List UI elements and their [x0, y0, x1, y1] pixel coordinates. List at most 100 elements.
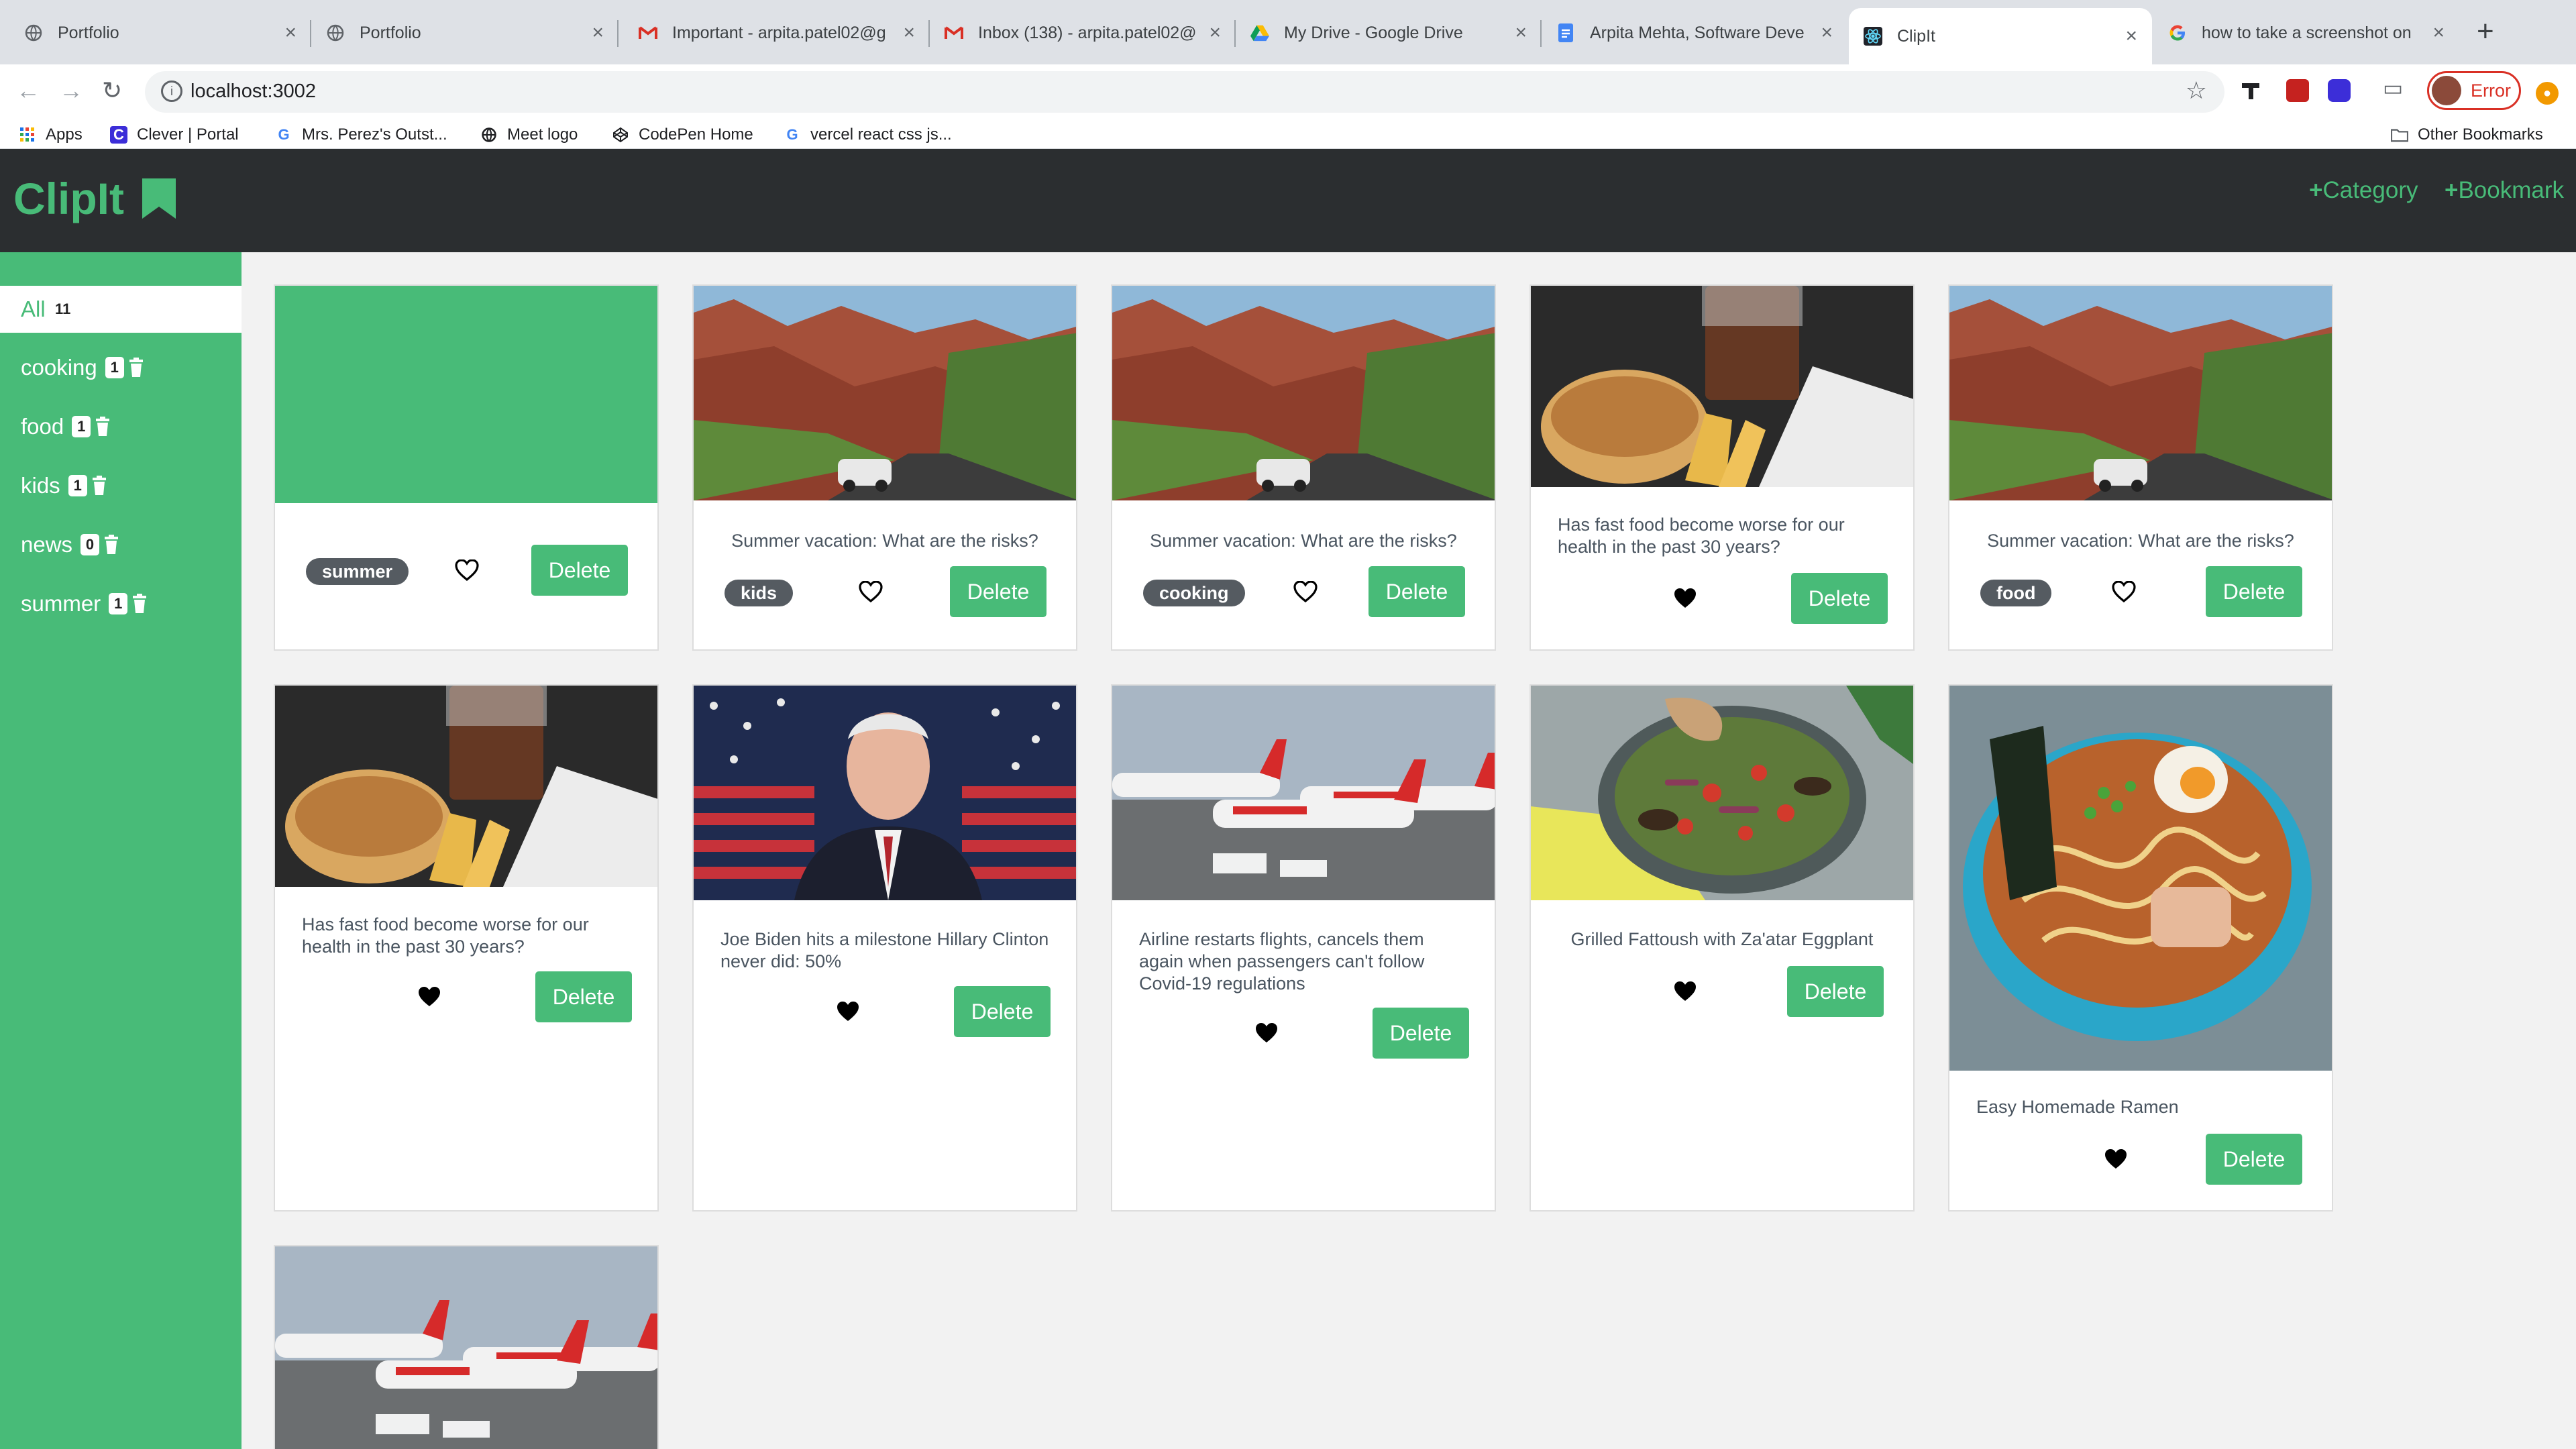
card-title[interactable]: Grilled Fattoush with Za'atar Eggplant — [1558, 928, 1886, 951]
card-image[interactable] — [275, 686, 657, 887]
heart-filled-icon[interactable] — [1254, 1022, 1279, 1044]
delete-button[interactable]: Delete — [1791, 573, 1888, 624]
cast-icon[interactable]: ▭ — [2383, 75, 2403, 101]
heart-outline-icon[interactable] — [2112, 581, 2136, 602]
trash-icon[interactable] — [95, 417, 111, 437]
heart-outline-icon[interactable] — [859, 581, 883, 602]
sidebar-item-cooking[interactable]: cooking 1 — [0, 344, 241, 391]
tab-title: how to take a screenshot on — [2202, 23, 2412, 42]
heart-outline-icon[interactable] — [455, 559, 479, 581]
card-title[interactable]: Easy Homemade Ramen — [1976, 1096, 2305, 1118]
close-tab-icon[interactable]: × — [903, 21, 915, 44]
delete-button[interactable]: Delete — [531, 545, 628, 596]
tab-google-docs[interactable]: Arpita Mehta, Software Deve × — [1542, 8, 1847, 58]
category-tag[interactable]: cooking — [1143, 580, 1245, 606]
card-title[interactable]: Joe Biden hits a milestone Hillary Clint… — [720, 928, 1049, 973]
add-bookmark-button[interactable]: +Bookmark — [2445, 177, 2564, 204]
tab-gmail-inbox[interactable]: Inbox (138) - arpita.patel02@ × — [930, 8, 1236, 58]
address-bar[interactable]: i localhost:3002 ☆ — [145, 71, 2224, 113]
profile-error-button[interactable]: Error — [2427, 71, 2521, 110]
card-title[interactable]: Has fast food become worse for our healt… — [302, 914, 631, 958]
bookmark-clever[interactable]: C Clever | Portal — [110, 121, 239, 148]
category-tag[interactable]: summer — [306, 558, 409, 585]
red-extension-icon[interactable] — [2286, 79, 2309, 102]
delete-button[interactable]: Delete — [1787, 966, 1884, 1017]
sidebar-item-news[interactable]: news 0 — [0, 521, 241, 568]
card-image[interactable] — [1949, 686, 2332, 1071]
close-tab-icon[interactable]: × — [2432, 21, 2445, 44]
bookmark-vercel[interactable]: G vercel react css js... — [784, 121, 951, 148]
forward-arrow-icon[interactable]: → — [59, 76, 83, 105]
delete-button[interactable]: Delete — [950, 566, 1046, 617]
star-bookmark-icon[interactable]: ☆ — [2186, 76, 2207, 105]
card-image[interactable] — [1112, 686, 1495, 900]
close-tab-icon[interactable]: × — [284, 21, 297, 44]
category-tag[interactable]: kids — [724, 580, 794, 606]
heart-outline-icon[interactable] — [1293, 581, 1318, 602]
update-icon[interactable]: ● — [2536, 82, 2559, 105]
add-category-button[interactable]: +Category — [2309, 177, 2418, 204]
sidebar-item-all[interactable]: All 11 — [0, 286, 241, 333]
browser-chrome: Portfolio × Portfolio × Important - arpi… — [0, 0, 2576, 150]
delete-button[interactable]: Delete — [2206, 1134, 2302, 1185]
bookmark-card — [274, 1245, 659, 1449]
delete-button[interactable]: Delete — [954, 986, 1051, 1037]
close-tab-icon[interactable]: × — [1209, 21, 1221, 44]
tab-clipit[interactable]: ClipIt × — [1849, 8, 2152, 64]
card-image[interactable] — [1949, 286, 2332, 500]
card-image[interactable] — [1531, 286, 1913, 487]
sidebar-item-kids[interactable]: kids 1 — [0, 462, 241, 509]
other-bookmarks[interactable]: Other Bookmarks — [2391, 121, 2543, 148]
bookmark-meet-logo[interactable]: Meet logo — [480, 121, 578, 148]
tab-gmail-important[interactable]: Important - arpita.patel02@g × — [624, 8, 930, 58]
trash-icon[interactable] — [91, 476, 107, 496]
site-info-icon[interactable]: i — [161, 80, 182, 102]
close-tab-icon[interactable]: × — [1821, 21, 1833, 44]
card-title[interactable]: Airline restarts flights, cancels them a… — [1139, 928, 1468, 995]
card-image[interactable] — [275, 1246, 657, 1449]
delete-button[interactable]: Delete — [1373, 1008, 1469, 1059]
bookmark-apps[interactable]: Apps — [19, 121, 83, 148]
gmail-icon — [945, 23, 963, 42]
close-tab-icon[interactable]: × — [1515, 21, 1527, 44]
back-arrow-icon[interactable]: ← — [16, 76, 40, 105]
tab-portfolio-2[interactable]: Portfolio × — [311, 8, 619, 58]
card-image[interactable] — [1531, 686, 1913, 900]
heart-filled-icon[interactable] — [2104, 1148, 2128, 1170]
reload-icon[interactable]: ↻ — [102, 76, 122, 105]
clever-extension-icon[interactable] — [2328, 79, 2351, 102]
sidebar-item-summer[interactable]: summer 1 — [0, 580, 241, 627]
heart-filled-icon[interactable] — [1673, 981, 1697, 1002]
card-image[interactable] — [1112, 286, 1495, 500]
tab-title: Inbox (138) - arpita.patel02@ — [978, 23, 1197, 42]
heart-filled-icon[interactable] — [1673, 588, 1697, 609]
card-title[interactable]: Summer vacation: What are the risks? — [720, 530, 1049, 552]
app-logo[interactable]: ClipIt — [13, 173, 124, 224]
trash-icon[interactable] — [128, 358, 144, 378]
trash-icon[interactable] — [131, 594, 148, 614]
tab-google-search[interactable]: how to take a screenshot on × — [2153, 8, 2459, 58]
bookmark-mrs-perez[interactable]: G Mrs. Perez's Outst... — [275, 121, 447, 148]
tab-portfolio-1[interactable]: Portfolio × — [9, 8, 311, 58]
t-extension-icon[interactable] — [2239, 79, 2262, 102]
card-title[interactable]: Has fast food become worse for our healt… — [1558, 514, 1886, 558]
card-image[interactable] — [694, 686, 1076, 900]
heart-filled-icon[interactable] — [417, 986, 441, 1008]
close-tab-icon[interactable]: × — [2125, 25, 2137, 48]
sidebar-item-food[interactable]: food 1 — [0, 403, 241, 450]
category-tag[interactable]: food — [1980, 580, 2052, 606]
card-title[interactable]: Summer vacation: What are the risks? — [1139, 530, 1468, 552]
close-tab-icon[interactable]: × — [592, 21, 604, 44]
card-image[interactable] — [275, 286, 657, 503]
delete-button[interactable]: Delete — [535, 971, 632, 1022]
tab-google-drive[interactable]: My Drive - Google Drive × — [1236, 8, 1542, 58]
delete-button[interactable]: Delete — [1368, 566, 1465, 617]
card-image[interactable] — [694, 286, 1076, 500]
heart-filled-icon[interactable] — [836, 1001, 860, 1022]
trash-icon[interactable] — [103, 535, 119, 555]
bookmark-codepen[interactable]: CodePen Home — [612, 121, 753, 148]
new-tab-button[interactable]: + — [2477, 15, 2494, 48]
delete-button[interactable]: Delete — [2206, 566, 2302, 617]
card-title[interactable]: Summer vacation: What are the risks? — [1976, 530, 2305, 552]
url-text[interactable]: localhost:3002 — [191, 80, 316, 103]
